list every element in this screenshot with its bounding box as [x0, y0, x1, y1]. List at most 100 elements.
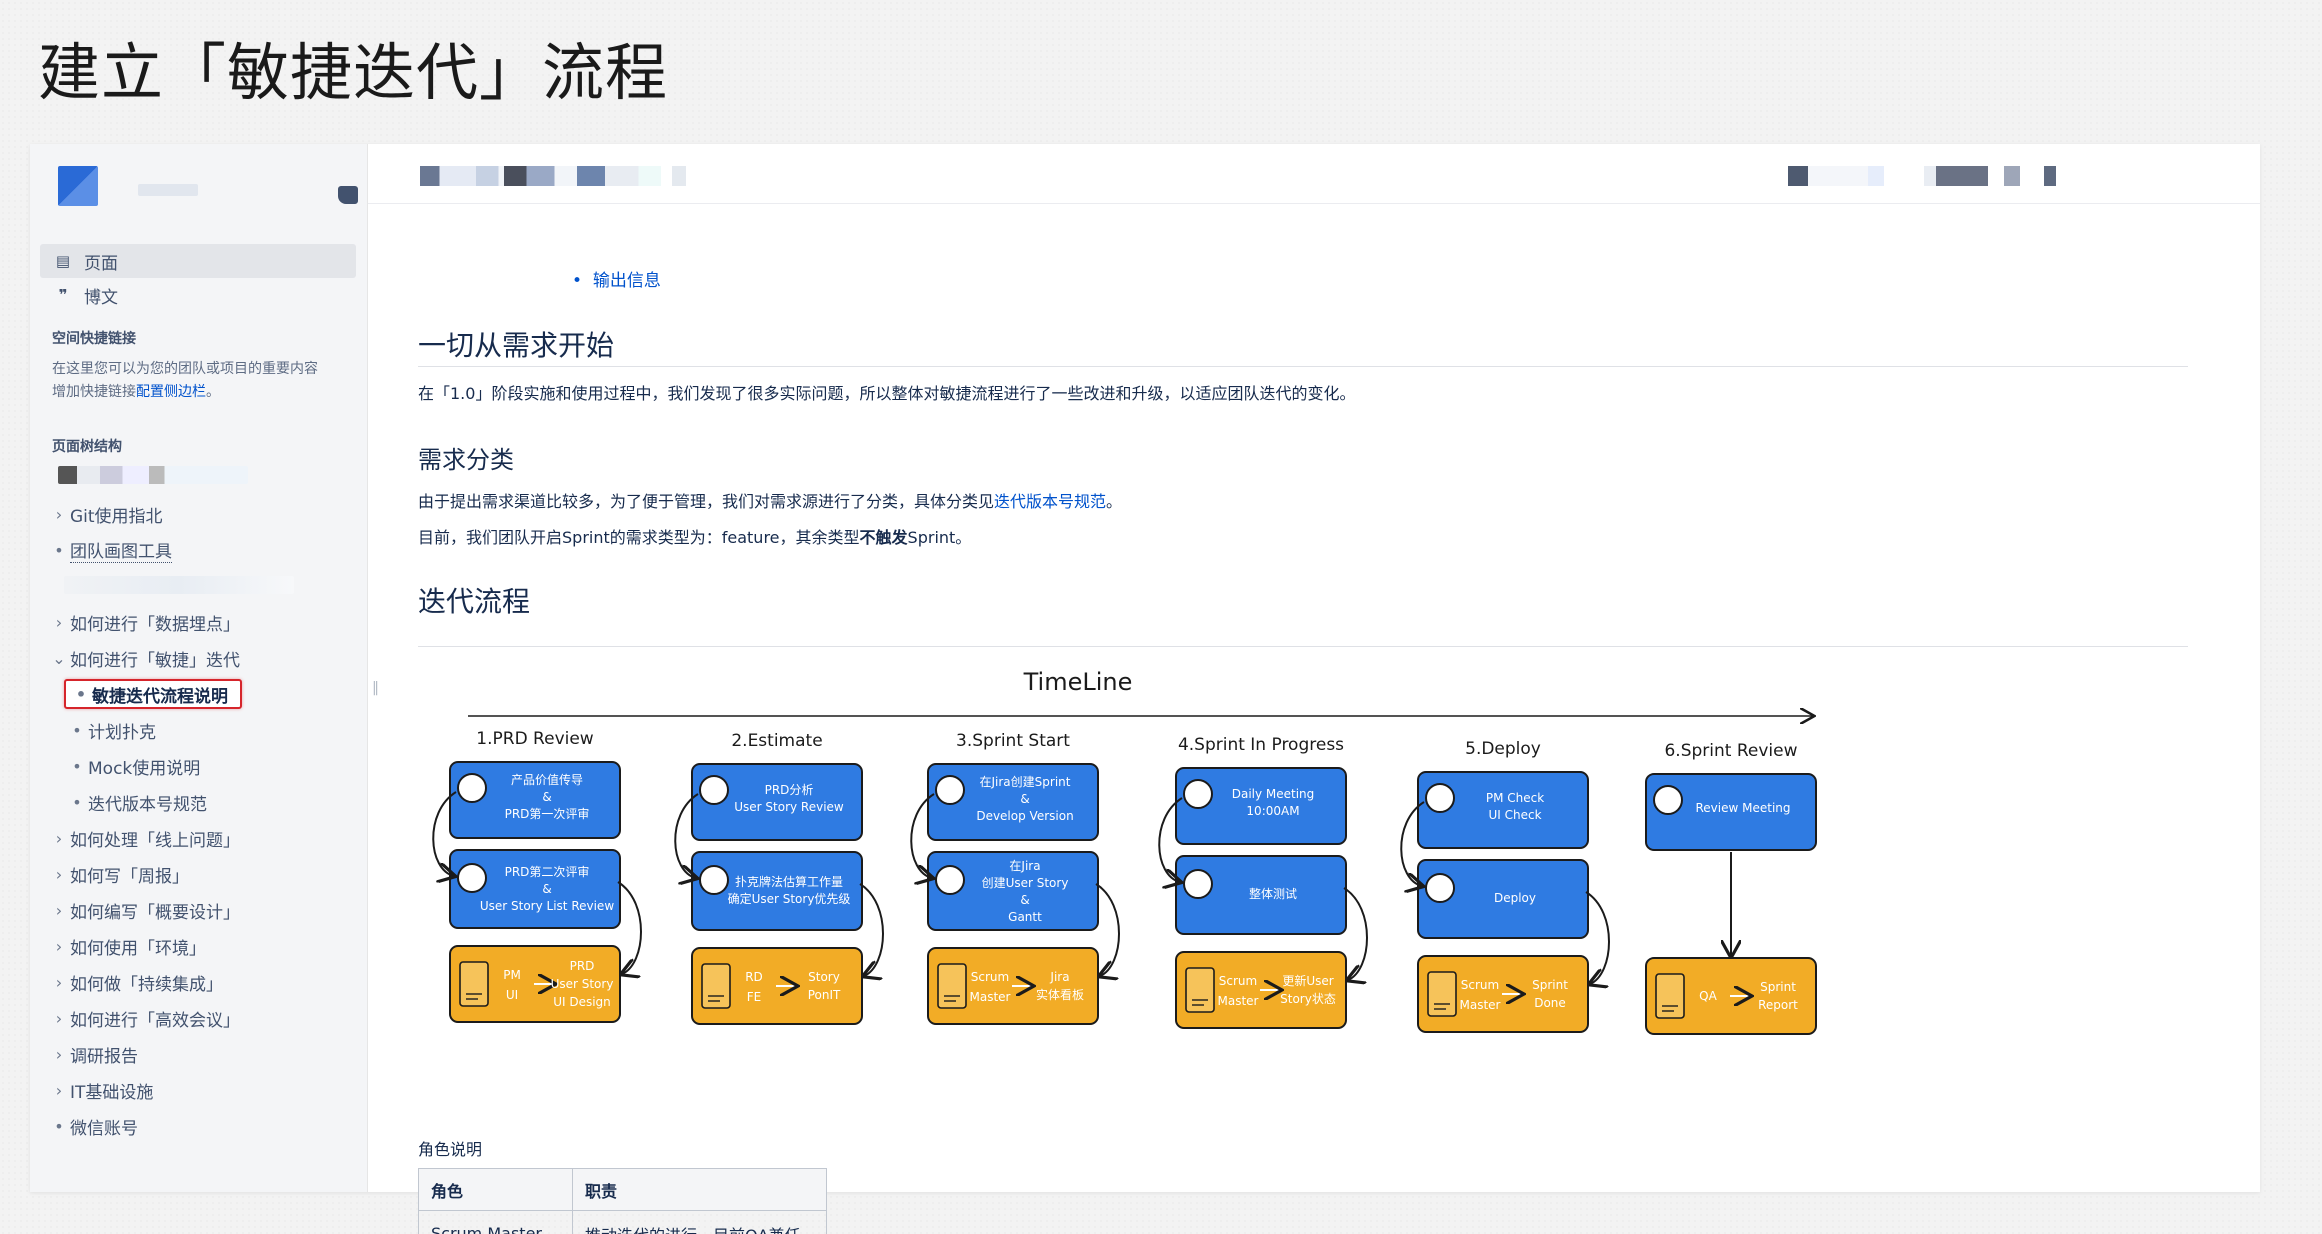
tree-item-label: Git使用指北: [70, 506, 163, 527]
tree-item[interactable]: › 如何写「周报」: [48, 859, 189, 889]
output-result-text: Story: [808, 970, 840, 984]
step-text: &: [542, 790, 551, 804]
step-text: PRD分析: [765, 783, 814, 797]
tree-item-label: 调研报告: [70, 1046, 138, 1067]
section-classification-heading: 需求分类: [418, 446, 514, 474]
tree-item[interactable]: ⌄ 如何进行「敏捷」迭代: [48, 643, 240, 673]
step-number-badge: [1425, 783, 1455, 813]
shortcuts-text-3: 。: [206, 384, 220, 400]
output-source-text: Master: [970, 990, 1011, 1004]
output-result-text: PRD: [570, 959, 595, 973]
step-text: PRD第二次评审: [505, 864, 590, 879]
tree-item[interactable]: › 调研报告: [48, 1039, 138, 1069]
roles-table: 角色 职责 Scrum Master 推动迭代的进行，目前QA兼任: [418, 1168, 827, 1234]
bullet-icon[interactable]: •: [70, 685, 92, 704]
tree-item-label: Mock使用说明: [88, 758, 201, 779]
sidebar-resize-handle[interactable]: ‖: [372, 680, 379, 696]
chevron-right-icon[interactable]: ›: [48, 1081, 70, 1100]
confluence-window: ▤ 页面 ❞ 博文 空间快捷链接 在这里您可以为您的团队或项目的重要内容 增加快…: [30, 144, 2260, 1234]
chevron-down-icon[interactable]: ⌄: [48, 649, 70, 668]
tree-item-current[interactable]: • 敏捷迭代流程说明: [64, 679, 242, 709]
step-number-badge: [1183, 869, 1213, 899]
tree-item-label: IT基础设施: [70, 1082, 154, 1103]
tree-item[interactable]: › 如何进行「高效会议」: [48, 1003, 240, 1033]
classification-text: 由于提出需求渠道比较多，为了便于管理，我们对需求源进行了分类，具体分类见: [418, 492, 995, 511]
page-actions-toolbar[interactable]: [1788, 166, 2188, 186]
step-text: 确定User Story优先级: [728, 891, 851, 906]
classification-paragraph-1: 由于提出需求渠道比较多，为了便于管理，我们对需求源进行了分类，具体分类见迭代版本…: [418, 488, 1122, 512]
sprint-type-text-end: Sprint。: [907, 528, 972, 547]
collapse-sidebar-icon[interactable]: [338, 186, 358, 204]
step-text: PRD第一次评审: [505, 806, 590, 821]
tree-item[interactable]: › 如何使用「环境」: [48, 931, 206, 961]
tree-item[interactable]: › IT基础设施: [48, 1075, 154, 1105]
chevron-right-icon[interactable]: ›: [48, 1045, 70, 1064]
redacted-tree-item: [58, 466, 248, 484]
tree-item[interactable]: › 如何做「持续集成」: [48, 967, 223, 997]
chevron-right-icon[interactable]: ›: [48, 901, 70, 920]
section-requirements-paragraph: 在「1.0」阶段实施和使用过程中，我们发现了很多实际问题，所以整体对敏捷流程进行…: [418, 384, 1356, 403]
tree-item-label: 如何编写「概要设计」: [70, 902, 240, 923]
tree-item[interactable]: • 团队画图工具: [48, 535, 172, 565]
chevron-right-icon[interactable]: ›: [48, 829, 70, 848]
table-header-cell: 职责: [572, 1168, 827, 1211]
stage-title: 4.Sprint In Progress: [1178, 735, 1344, 755]
sprint-type-text: 目前，我们团队开启Sprint的需求类型为：feature，其余类型: [418, 528, 860, 547]
bullet-icon[interactable]: •: [48, 1117, 70, 1136]
tree-item-label: 迭代版本号规范: [88, 794, 207, 815]
step-text: 整体测试: [1249, 886, 1297, 901]
section-requirements-heading: 一切从需求开始: [418, 329, 615, 362]
section-iteration-heading: 迭代流程: [418, 585, 531, 618]
quote-icon: ❞: [58, 286, 68, 304]
bullet-icon[interactable]: •: [48, 541, 70, 560]
output-result-text: Done: [1534, 996, 1566, 1010]
nav-pages[interactable]: ▤ 页面: [40, 244, 356, 278]
table-header-row: 角色 职责: [418, 1168, 827, 1211]
space-logo[interactable]: [58, 166, 98, 206]
step-text: User Story List Review: [480, 899, 614, 913]
tree-item[interactable]: › 如何编写「概要设计」: [48, 895, 240, 925]
bullet-icon[interactable]: •: [66, 793, 88, 812]
step-text: 产品价值传导: [511, 772, 583, 787]
flow-arrow: [1096, 883, 1120, 976]
tree-item[interactable]: › 如何进行「数据埋点」: [48, 607, 240, 637]
tree-item-label: 微信账号: [70, 1118, 138, 1139]
output-source-text: PM: [503, 968, 521, 982]
step-text: &: [1020, 792, 1029, 806]
chevron-right-icon[interactable]: ›: [48, 973, 70, 992]
step-number-badge: [699, 775, 729, 805]
step-text: Gantt: [1008, 910, 1042, 924]
tree-item[interactable]: • Mock使用说明: [66, 751, 200, 781]
output-info-link-label[interactable]: 输出信息: [593, 271, 661, 291]
step-text: 在Jira: [1009, 859, 1040, 873]
flow-arrow: [1344, 887, 1368, 980]
configure-sidebar-link[interactable]: 配置侧边栏: [136, 384, 206, 400]
step-number-badge: [1653, 785, 1683, 815]
version-spec-link[interactable]: 迭代版本号规范: [994, 492, 1106, 511]
output-info-link[interactable]: • 输出信息: [572, 266, 661, 291]
nav-blog[interactable]: ❞ 博文: [40, 278, 356, 312]
output-source-text: RD: [745, 970, 763, 984]
chevron-right-icon[interactable]: ›: [48, 1009, 70, 1028]
tree-item[interactable]: › Git使用指北: [48, 499, 163, 529]
bullet-icon[interactable]: •: [66, 721, 88, 740]
flow-arrow: [1586, 891, 1610, 984]
sprint-type-bold: 不触发: [859, 528, 908, 547]
stage-title: 1.PRD Review: [476, 729, 594, 749]
step-number-badge: [699, 865, 729, 895]
step-number-badge: [1183, 779, 1213, 809]
bullet-icon[interactable]: •: [66, 757, 88, 776]
chevron-right-icon[interactable]: ›: [48, 613, 70, 632]
chevron-right-icon[interactable]: ›: [48, 865, 70, 884]
step-text: UI Check: [1488, 808, 1541, 822]
breadcrumb[interactable]: [420, 166, 700, 186]
chevron-right-icon[interactable]: ›: [48, 937, 70, 956]
tree-item[interactable]: • 微信账号: [48, 1111, 138, 1141]
tree-item[interactable]: › 如何处理「线上问题」: [48, 823, 240, 853]
timeline-label: TimeLine: [1023, 668, 1133, 696]
step-text: &: [1020, 893, 1029, 907]
page-icon: ▤: [55, 252, 71, 270]
tree-item[interactable]: • 计划扑克: [66, 715, 156, 745]
tree-item[interactable]: • 迭代版本号规范: [66, 787, 207, 817]
chevron-right-icon[interactable]: ›: [48, 505, 70, 524]
